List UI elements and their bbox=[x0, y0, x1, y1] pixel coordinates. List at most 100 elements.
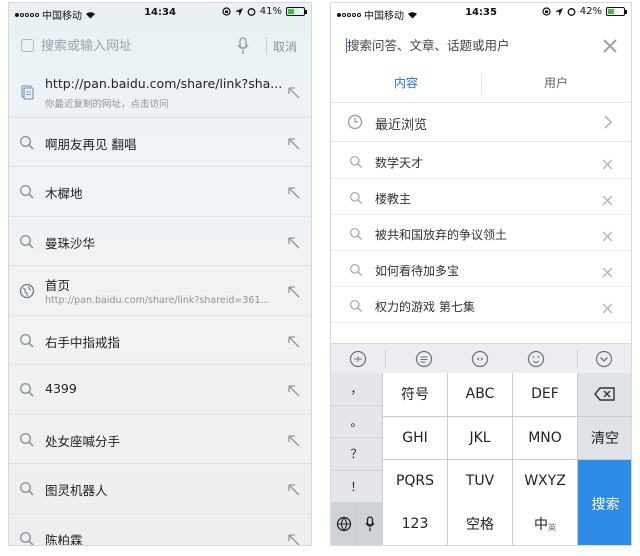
fill-arrow-icon[interactable] bbox=[287, 185, 301, 199]
tab-users[interactable]: 用户 bbox=[481, 65, 631, 103]
url-search-input[interactable] bbox=[41, 33, 231, 59]
keyboard-hide-icon[interactable] bbox=[595, 350, 613, 368]
suggestion-item[interactable]: 曼珠沙华 bbox=[9, 215, 311, 266]
punctuation-key[interactable]: 。 bbox=[331, 405, 383, 438]
location-icon bbox=[234, 7, 243, 16]
history-item[interactable]: 如何看待加多宝 bbox=[331, 251, 631, 287]
history-text: 楼教主 bbox=[375, 192, 412, 206]
history-item[interactable]: 楼教主 bbox=[331, 179, 631, 215]
fill-arrow-icon[interactable] bbox=[287, 482, 301, 496]
keypad-key[interactable]: MNO bbox=[513, 416, 578, 460]
suggestion-subtitle: http://pan.baidu.com/share/link?shareid=… bbox=[45, 295, 270, 306]
tab-bar: 内容 用户 bbox=[331, 65, 631, 103]
search-icon bbox=[19, 531, 35, 545]
keypad-key[interactable]: TUV bbox=[448, 460, 513, 504]
fill-arrow-icon[interactable] bbox=[287, 383, 301, 397]
history-text: 如何看待加多宝 bbox=[375, 264, 460, 278]
left-phone-screen: 中国移动 14:34 41% 取消 http://pan.baidu.com/s… bbox=[8, 2, 312, 546]
punctuation-key[interactable]: ？ bbox=[331, 438, 383, 471]
search-key[interactable]: 搜索 bbox=[578, 460, 631, 545]
history-item[interactable]: 权力的游戏 第七集 bbox=[331, 287, 631, 323]
suggestion-item[interactable]: 图灵机器人 bbox=[9, 463, 311, 513]
backspace-key[interactable] bbox=[578, 373, 631, 417]
fill-arrow-icon[interactable] bbox=[287, 235, 301, 249]
ghost-icon bbox=[21, 39, 34, 52]
keypad-key[interactable]: 符号 bbox=[383, 373, 448, 417]
status-bar: 中国移动 14:35 42% bbox=[331, 3, 631, 23]
recent-browse-row[interactable]: 最近浏览 bbox=[331, 103, 631, 142]
divider bbox=[266, 37, 267, 55]
battery-icon bbox=[286, 7, 307, 16]
suggestion-item[interactable]: 首页 http://pan.baidu.com/share/link?sharei… bbox=[9, 265, 311, 315]
microphone-icon bbox=[364, 516, 375, 532]
history-item[interactable]: 数学天才 bbox=[331, 143, 631, 179]
iflytek-logo-icon[interactable] bbox=[349, 350, 367, 368]
keyboard-toolbar bbox=[331, 343, 631, 373]
suggestion-title: 木樨地 bbox=[45, 186, 83, 201]
status-right: 41% bbox=[222, 6, 307, 17]
suggestion-item[interactable]: http://pan.baidu.com/share/link?sha... 你最… bbox=[9, 67, 311, 117]
suggestion-item[interactable]: 处女座喊分手 bbox=[9, 413, 311, 464]
keypad-key[interactable]: JKL bbox=[448, 416, 513, 460]
cursor-move-icon[interactable] bbox=[471, 350, 489, 368]
cancel-button[interactable]: 取消 bbox=[273, 38, 297, 55]
suggestion-item[interactable]: 4399 bbox=[9, 364, 311, 414]
numbers-key[interactable]: 123 bbox=[383, 503, 448, 545]
delete-icon[interactable] bbox=[602, 263, 613, 278]
lang-sub: 英 bbox=[548, 522, 556, 532]
microphone-icon[interactable] bbox=[237, 37, 249, 55]
suggestion-item[interactable]: 右手中指戒指 bbox=[9, 314, 311, 365]
suggestion-title: 啊朋友再见 翻唱 bbox=[45, 136, 137, 152]
globe-icon bbox=[19, 283, 35, 299]
suggestion-item[interactable]: 木樨地 bbox=[9, 166, 311, 216]
globe-key[interactable] bbox=[331, 503, 357, 545]
fill-arrow-icon[interactable] bbox=[287, 85, 301, 99]
mic-key[interactable] bbox=[357, 503, 383, 545]
delete-icon[interactable] bbox=[602, 227, 613, 242]
search-icon bbox=[19, 184, 35, 200]
keypad-key[interactable]: DEF bbox=[513, 373, 578, 417]
history-item[interactable]: 被共和国放弃的争议领土 bbox=[331, 215, 631, 251]
keypad-key[interactable]: ABC bbox=[448, 373, 513, 417]
keypad-key[interactable]: PQRS bbox=[383, 460, 448, 504]
search-input[interactable] bbox=[347, 33, 587, 57]
close-icon[interactable] bbox=[603, 39, 617, 53]
search-icon bbox=[19, 432, 35, 448]
keyboard: ，。？！ 符号 ABC DEF GHI JKL MNO PQRS TUV WXYZ 清空 搜索 123 空… bbox=[331, 373, 631, 545]
search-icon bbox=[19, 333, 35, 349]
delete-icon[interactable] bbox=[602, 299, 613, 314]
fill-arrow-icon[interactable] bbox=[287, 284, 301, 298]
punctuation-key[interactable]: ！ bbox=[331, 470, 383, 503]
keypad-key[interactable]: WXYZ bbox=[513, 460, 578, 504]
emoji-icon[interactable] bbox=[527, 350, 545, 368]
status-bar: 中国移动 14:34 41% bbox=[9, 3, 311, 23]
punctuation-key[interactable]: ， bbox=[331, 373, 383, 406]
tab-content[interactable]: 内容 bbox=[331, 65, 481, 103]
fill-arrow-icon[interactable] bbox=[287, 136, 301, 150]
recent-browse-label: 最近浏览 bbox=[375, 118, 428, 133]
search-bar bbox=[331, 25, 631, 65]
fill-arrow-icon[interactable] bbox=[287, 334, 301, 348]
suggestion-title: 陈柏霖 bbox=[45, 532, 83, 546]
location-icon bbox=[554, 7, 563, 16]
delete-icon[interactable] bbox=[602, 155, 613, 170]
suggestion-title: 4399 bbox=[45, 381, 77, 396]
suggestion-item[interactable]: 啊朋友再见 翻唱 bbox=[9, 116, 311, 167]
history-text: 权力的游戏 第七集 bbox=[375, 300, 475, 314]
clear-key[interactable]: 清空 bbox=[578, 416, 631, 460]
delete-icon[interactable] bbox=[602, 191, 613, 206]
space-key[interactable]: 空格 bbox=[448, 503, 513, 545]
emoji-text-icon[interactable] bbox=[415, 350, 433, 368]
suggestion-title: 处女座喊分手 bbox=[45, 433, 121, 449]
fill-arrow-icon[interactable] bbox=[287, 433, 301, 447]
language-switch-key[interactable]: 中英 bbox=[513, 503, 578, 545]
keypad-key[interactable]: GHI bbox=[383, 416, 448, 460]
alarm-icon bbox=[247, 8, 256, 16]
suggestion-title: http://pan.baidu.com/share/link?sha... bbox=[45, 76, 283, 91]
address-bar: 取消 bbox=[9, 25, 311, 67]
suggestion-title: 图灵机器人 bbox=[45, 483, 108, 498]
fill-arrow-icon[interactable] bbox=[287, 532, 301, 546]
suggestion-item[interactable]: 陈柏霖 bbox=[9, 512, 311, 546]
search-icon bbox=[19, 382, 35, 398]
battery-percent: 42% bbox=[579, 6, 602, 17]
